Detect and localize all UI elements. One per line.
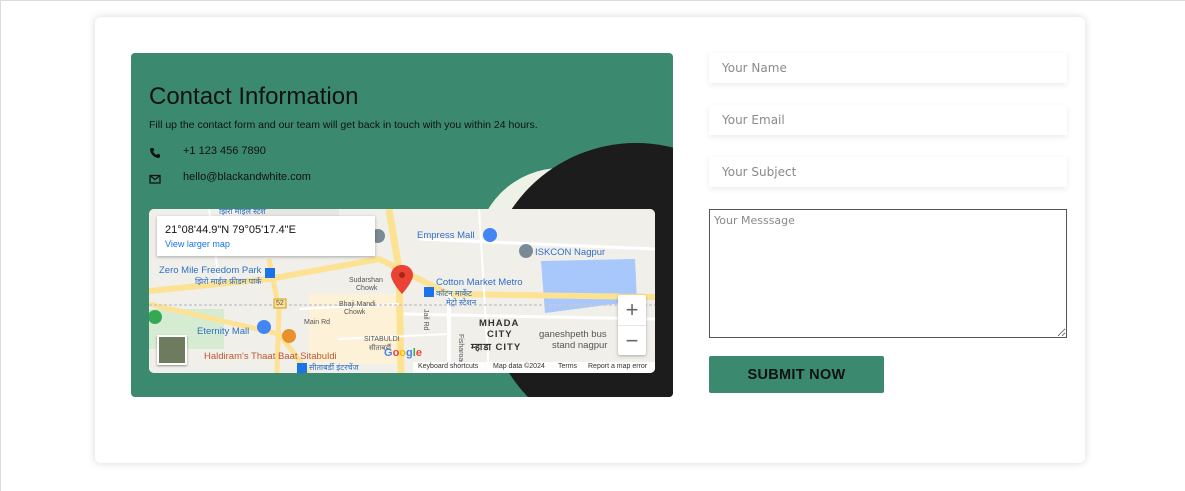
map-label-mhada-city: CITY — [487, 329, 513, 340]
map-label-zero-mile-hi: झिरो माईल फ्रीडम पार्क — [195, 277, 262, 286]
map-label-zero-mile: Zero Mile Freedom Park — [159, 265, 262, 276]
name-input[interactable] — [709, 53, 1067, 83]
email-input[interactable] — [709, 105, 1067, 135]
map-coordinates: 21°08'44.9"N 79°05'17.4"E — [165, 224, 296, 236]
map-label-iskcon: ISKCON Nagpur — [535, 247, 606, 258]
email-address[interactable]: hello@blackandwhite.com — [183, 171, 311, 183]
zoom-out-button[interactable]: − — [618, 325, 646, 355]
contact-info-title: Contact Information — [149, 83, 359, 110]
map-label-cotton-market-hi2: मेट्रो स्टेशन — [446, 298, 477, 307]
keyboard-shortcuts-link[interactable]: Keyboard shortcuts — [418, 363, 478, 370]
map-label-empress-mall: Empress Mall — [417, 230, 475, 241]
contact-info-panel: Contact Information Fill up the contact … — [131, 53, 673, 397]
phone-number[interactable]: +1 123 456 7890 — [183, 145, 266, 157]
subject-input[interactable] — [709, 157, 1067, 187]
envelope-icon — [149, 174, 161, 184]
map-label-sudarshan-chowk: Chowk — [356, 285, 378, 292]
embedded-map[interactable]: Empress Mall ISKCON Nagpur Zero Mile Fre… — [149, 209, 655, 373]
map-label-haldiram: Haldiram's Thaat Baat Sitabuldi — [204, 351, 337, 362]
satellite-toggle-button[interactable] — [157, 335, 187, 365]
zoom-in-button[interactable]: + — [618, 295, 646, 325]
map-label-mhada-hi: म्हाडा CITY — [471, 342, 522, 353]
map-label-mhada: MHADA — [479, 318, 520, 329]
map-data-credit: Map data ©2024 — [493, 363, 545, 370]
map-footer: Keyboard shortcuts Map data ©2024 Terms … — [413, 362, 655, 373]
map-label-bhaji-mandi: Bhaji Mandi — [339, 301, 376, 308]
map-label-jail-rd: Jail Rd — [422, 309, 429, 331]
map-label-route-52: 52 — [276, 300, 284, 307]
map-label-main-rd: Main Rd — [304, 319, 331, 326]
map-label-eternity-mall: Eternity Mall — [197, 326, 250, 337]
map-label-cotton-market: Cotton Market Metro — [436, 277, 523, 288]
map-label-side-road: Fisharoad — [457, 334, 464, 366]
contact-card: Contact Information Fill up the contact … — [95, 17, 1085, 463]
map-label-stand: stand nagpur — [552, 340, 608, 351]
map-label-ganeshpeth: ganeshpeth bus — [539, 329, 607, 340]
message-textarea[interactable] — [709, 209, 1067, 338]
map-label-sitabuldi: SITABULDI — [364, 336, 400, 343]
map-label-sudarshan: Sudarshan — [349, 277, 383, 284]
map-label-interchange: सीताबर्डी इंटरचेंज — [309, 363, 359, 372]
phone-icon — [150, 148, 160, 158]
map-info-card: 21°08'44.9"N 79°05'17.4"E View larger ma… — [157, 216, 375, 256]
submit-button[interactable]: SUBMIT NOW — [709, 356, 884, 393]
contact-info-subtitle: Fill up the contact form and our team wi… — [149, 119, 538, 131]
map-zoom-control: + − — [618, 295, 646, 355]
map-label-bhaji-mandi-chowk: Chowk — [344, 309, 366, 316]
view-larger-map-link[interactable]: View larger map — [165, 239, 230, 249]
report-map-error-link[interactable]: Report a map error — [588, 363, 647, 370]
terms-link[interactable]: Terms — [558, 363, 577, 370]
google-logo: Google — [384, 347, 422, 359]
